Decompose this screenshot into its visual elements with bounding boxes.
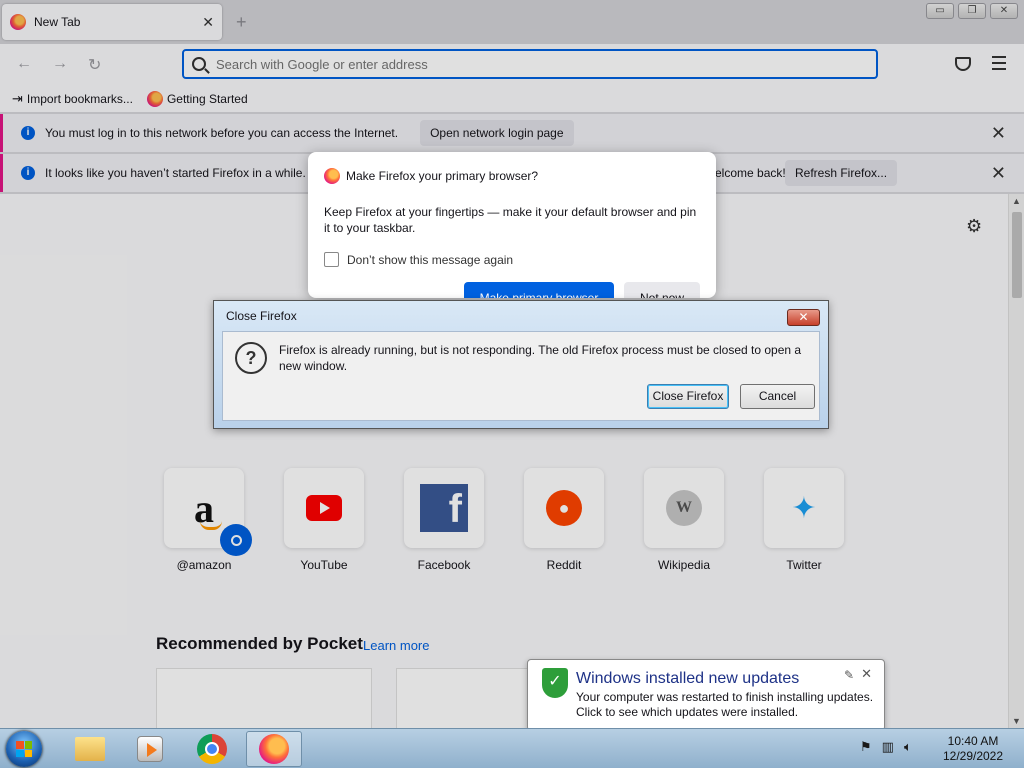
dialog-message: Firefox is already running, but is not r… [279,343,802,373]
firefox-taskbar-button[interactable] [246,731,302,767]
balloon-line: Your computer was restarted to finish in… [576,690,874,704]
dialog-body: Keep Firefox at your fingertips — make i… [324,205,697,235]
make-primary-button[interactable]: Make primary browser [464,282,614,298]
balloon-line: Click to see which updates were installe… [576,705,799,719]
network-icon[interactable]: ▥ [882,739,894,755]
dialog-titlebar[interactable]: Close Firefox [214,301,828,331]
make-primary-dialog: Make Firefox your primary browser? Keep … [308,152,716,298]
start-button[interactable] [6,731,42,767]
clock-time: 10:40 AM [947,734,999,748]
dialog-title: Make Firefox your primary browser? [346,169,539,183]
not-now-button[interactable]: Not now [624,282,700,298]
pin-icon[interactable]: ✎ [844,668,854,682]
folder-icon [75,737,105,761]
balloon-body: Your computer was restarted to finish in… [576,690,873,720]
firefox-icon [259,734,289,764]
balloon-title: Windows installed new updates [576,670,800,687]
checkbox-label: Don’t show this message again [347,252,514,267]
question-icon: ? [235,342,267,374]
cancel-button[interactable]: Cancel [740,384,815,409]
dialog-close-button[interactable]: ✕ [787,309,820,326]
volume-icon[interactable]: 🔈︎ [904,739,912,755]
explorer-taskbar-button[interactable] [62,731,118,767]
media-player-icon [137,736,163,762]
dont-show-again-checkbox[interactable]: Don’t show this message again [324,252,700,267]
chrome-icon [197,734,227,764]
close-firefox-button[interactable]: Close Firefox [647,384,729,409]
windows-logo-icon [16,741,32,757]
system-tray: ⚑ ▥ 🔈︎ [860,739,912,755]
dialog-title: Close Firefox [226,309,297,323]
checkbox-box[interactable] [324,252,339,267]
dialog-content: ? Firefox is already running, but is not… [222,331,820,421]
taskbar: ⚑ ▥ 🔈︎ 10:40 AM 12/29/2022 [0,728,1024,768]
clock-date: 12/29/2022 [942,749,1004,763]
updates-notification-balloon[interactable]: ✓ Windows installed new updates Your com… [527,659,885,731]
shield-check-icon: ✓ [542,668,568,698]
clock[interactable]: 10:40 AM 12/29/2022 [940,734,1006,764]
media-player-taskbar-button[interactable] [122,731,178,767]
chrome-taskbar-button[interactable] [184,731,240,767]
flag-icon[interactable]: ⚑ [860,739,872,755]
close-firefox-dialog: Close Firefox ✕ ? Firefox is already run… [213,300,829,429]
close-icon[interactable]: ✕ [861,666,872,682]
firefox-icon [324,168,340,184]
